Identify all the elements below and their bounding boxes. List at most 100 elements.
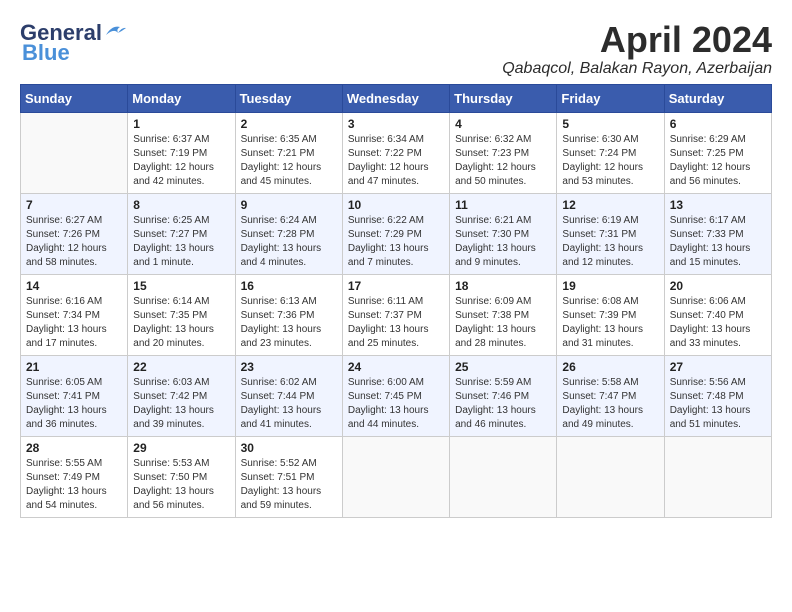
day-number: 20 bbox=[670, 279, 766, 293]
day-number: 12 bbox=[562, 198, 658, 212]
header-row: SundayMondayTuesdayWednesdayThursdayFrid… bbox=[21, 84, 772, 112]
cell-info: Sunrise: 6:17 AMSunset: 7:33 PMDaylight:… bbox=[670, 214, 766, 270]
cell-info: Sunrise: 5:53 AMSunset: 7:50 PMDaylight:… bbox=[133, 457, 229, 513]
day-number: 1 bbox=[133, 117, 229, 131]
page-header: General Blue April 2024 Qabaqcol, Balaka… bbox=[20, 20, 772, 78]
calendar-cell: 6 Sunrise: 6:29 AMSunset: 7:25 PMDaylight… bbox=[664, 112, 771, 193]
calendar-cell: 4 Sunrise: 6:32 AMSunset: 7:23 PMDaylight… bbox=[450, 112, 557, 193]
header-sunday: Sunday bbox=[21, 84, 128, 112]
day-number: 8 bbox=[133, 198, 229, 212]
day-number: 10 bbox=[348, 198, 444, 212]
day-number: 30 bbox=[241, 441, 337, 455]
cell-info: Sunrise: 6:13 AMSunset: 7:36 PMDaylight:… bbox=[241, 295, 337, 351]
cell-info: Sunrise: 5:58 AMSunset: 7:47 PMDaylight:… bbox=[562, 376, 658, 432]
calendar-cell: 10 Sunrise: 6:22 AMSunset: 7:29 PMDayligh… bbox=[342, 193, 449, 274]
logo: General Blue bbox=[20, 20, 126, 66]
cell-info: Sunrise: 6:32 AMSunset: 7:23 PMDaylight:… bbox=[455, 133, 551, 189]
logo-bird-icon bbox=[104, 23, 126, 39]
day-number: 5 bbox=[562, 117, 658, 131]
cell-info: Sunrise: 6:35 AMSunset: 7:21 PMDaylight:… bbox=[241, 133, 337, 189]
day-number: 6 bbox=[670, 117, 766, 131]
day-number: 25 bbox=[455, 360, 551, 374]
cell-info: Sunrise: 5:55 AMSunset: 7:49 PMDaylight:… bbox=[26, 457, 122, 513]
cell-info: Sunrise: 6:14 AMSunset: 7:35 PMDaylight:… bbox=[133, 295, 229, 351]
cell-info: Sunrise: 6:29 AMSunset: 7:25 PMDaylight:… bbox=[670, 133, 766, 189]
calendar-cell: 24Sunrise: 6:00 AMSunset: 7:45 PMDayligh… bbox=[342, 355, 449, 436]
cell-info: Sunrise: 6:05 AMSunset: 7:41 PMDaylight:… bbox=[26, 376, 122, 432]
cell-info: Sunrise: 6:09 AMSunset: 7:38 PMDaylight:… bbox=[455, 295, 551, 351]
day-number: 18 bbox=[455, 279, 551, 293]
cell-info: Sunrise: 6:22 AMSunset: 7:29 PMDaylight:… bbox=[348, 214, 444, 270]
day-number: 27 bbox=[670, 360, 766, 374]
calendar-cell bbox=[557, 436, 664, 517]
calendar-cell bbox=[21, 112, 128, 193]
week-row-5: 28 Sunrise: 5:55 AMSunset: 7:49 PMDayligh… bbox=[21, 436, 772, 517]
day-number: 28 bbox=[26, 441, 122, 455]
calendar-cell: 29 Sunrise: 5:53 AMSunset: 7:50 PMDayligh… bbox=[128, 436, 235, 517]
calendar-cell: 20 Sunrise: 6:06 AMSunset: 7:40 PMDayligh… bbox=[664, 274, 771, 355]
day-number: 4 bbox=[455, 117, 551, 131]
header-thursday: Thursday bbox=[450, 84, 557, 112]
header-wednesday: Wednesday bbox=[342, 84, 449, 112]
calendar-cell: 22 Sunrise: 6:03 AMSunset: 7:42 PMDayligh… bbox=[128, 355, 235, 436]
header-friday: Friday bbox=[557, 84, 664, 112]
day-number: 11 bbox=[455, 198, 551, 212]
cell-info: Sunrise: 6:03 AMSunset: 7:42 PMDaylight:… bbox=[133, 376, 229, 432]
cell-info: Sunrise: 6:16 AMSunset: 7:34 PMDaylight:… bbox=[26, 295, 122, 351]
day-number: 3 bbox=[348, 117, 444, 131]
day-number: 26 bbox=[562, 360, 658, 374]
calendar-cell: 15 Sunrise: 6:14 AMSunset: 7:35 PMDayligh… bbox=[128, 274, 235, 355]
calendar-cell: 1 Sunrise: 6:37 AMSunset: 7:19 PMDaylight… bbox=[128, 112, 235, 193]
cell-info: Sunrise: 5:59 AMSunset: 7:46 PMDaylight:… bbox=[455, 376, 551, 432]
calendar-cell: 8Sunrise: 6:25 AMSunset: 7:27 PMDaylight… bbox=[128, 193, 235, 274]
location-title: Qabaqcol, Balakan Rayon, Azerbaijan bbox=[502, 60, 772, 78]
calendar-cell: 19Sunrise: 6:08 AMSunset: 7:39 PMDayligh… bbox=[557, 274, 664, 355]
cell-info: Sunrise: 6:00 AMSunset: 7:45 PMDaylight:… bbox=[348, 376, 444, 432]
day-number: 15 bbox=[133, 279, 229, 293]
logo-blue: Blue bbox=[20, 40, 70, 66]
cell-info: Sunrise: 6:34 AMSunset: 7:22 PMDaylight:… bbox=[348, 133, 444, 189]
calendar-cell: 27 Sunrise: 5:56 AMSunset: 7:48 PMDayligh… bbox=[664, 355, 771, 436]
day-number: 13 bbox=[670, 198, 766, 212]
calendar-cell: 11 Sunrise: 6:21 AMSunset: 7:30 PMDayligh… bbox=[450, 193, 557, 274]
day-number: 16 bbox=[241, 279, 337, 293]
calendar-cell: 16 Sunrise: 6:13 AMSunset: 7:36 PMDayligh… bbox=[235, 274, 342, 355]
month-title: April 2024 bbox=[502, 20, 772, 60]
day-number: 29 bbox=[133, 441, 229, 455]
header-tuesday: Tuesday bbox=[235, 84, 342, 112]
cell-info: Sunrise: 6:27 AMSunset: 7:26 PMDaylight:… bbox=[26, 214, 122, 270]
calendar-cell: 25 Sunrise: 5:59 AMSunset: 7:46 PMDayligh… bbox=[450, 355, 557, 436]
calendar-cell: 30 Sunrise: 5:52 AMSunset: 7:51 PMDayligh… bbox=[235, 436, 342, 517]
calendar-cell: 18 Sunrise: 6:09 AMSunset: 7:38 PMDayligh… bbox=[450, 274, 557, 355]
day-number: 9 bbox=[241, 198, 337, 212]
calendar-cell: 21Sunrise: 6:05 AMSunset: 7:41 PMDayligh… bbox=[21, 355, 128, 436]
cell-info: Sunrise: 6:11 AMSunset: 7:37 PMDaylight:… bbox=[348, 295, 444, 351]
cell-info: Sunrise: 6:08 AMSunset: 7:39 PMDaylight:… bbox=[562, 295, 658, 351]
cell-info: Sunrise: 6:30 AMSunset: 7:24 PMDaylight:… bbox=[562, 133, 658, 189]
calendar-cell: 28 Sunrise: 5:55 AMSunset: 7:49 PMDayligh… bbox=[21, 436, 128, 517]
day-number: 17 bbox=[348, 279, 444, 293]
day-number: 23 bbox=[241, 360, 337, 374]
calendar-cell: 13 Sunrise: 6:17 AMSunset: 7:33 PMDayligh… bbox=[664, 193, 771, 274]
calendar-cell: 12 Sunrise: 6:19 AMSunset: 7:31 PMDayligh… bbox=[557, 193, 664, 274]
week-row-3: 14Sunrise: 6:16 AMSunset: 7:34 PMDayligh… bbox=[21, 274, 772, 355]
cell-info: Sunrise: 6:21 AMSunset: 7:30 PMDaylight:… bbox=[455, 214, 551, 270]
week-row-4: 21Sunrise: 6:05 AMSunset: 7:41 PMDayligh… bbox=[21, 355, 772, 436]
cell-info: Sunrise: 5:56 AMSunset: 7:48 PMDaylight:… bbox=[670, 376, 766, 432]
cell-info: Sunrise: 6:37 AMSunset: 7:19 PMDaylight:… bbox=[133, 133, 229, 189]
day-number: 22 bbox=[133, 360, 229, 374]
calendar-cell: 9Sunrise: 6:24 AMSunset: 7:28 PMDaylight… bbox=[235, 193, 342, 274]
day-number: 7 bbox=[26, 198, 122, 212]
calendar-cell bbox=[342, 436, 449, 517]
cell-info: Sunrise: 5:52 AMSunset: 7:51 PMDaylight:… bbox=[241, 457, 337, 513]
calendar-cell: 7 Sunrise: 6:27 AMSunset: 7:26 PMDaylight… bbox=[21, 193, 128, 274]
header-saturday: Saturday bbox=[664, 84, 771, 112]
calendar-cell: 17 Sunrise: 6:11 AMSunset: 7:37 PMDayligh… bbox=[342, 274, 449, 355]
week-row-1: 1 Sunrise: 6:37 AMSunset: 7:19 PMDaylight… bbox=[21, 112, 772, 193]
day-number: 2 bbox=[241, 117, 337, 131]
cell-info: Sunrise: 6:19 AMSunset: 7:31 PMDaylight:… bbox=[562, 214, 658, 270]
calendar-cell: 14Sunrise: 6:16 AMSunset: 7:34 PMDayligh… bbox=[21, 274, 128, 355]
cell-info: Sunrise: 6:06 AMSunset: 7:40 PMDaylight:… bbox=[670, 295, 766, 351]
header-monday: Monday bbox=[128, 84, 235, 112]
calendar-cell: 5 Sunrise: 6:30 AMSunset: 7:24 PMDaylight… bbox=[557, 112, 664, 193]
